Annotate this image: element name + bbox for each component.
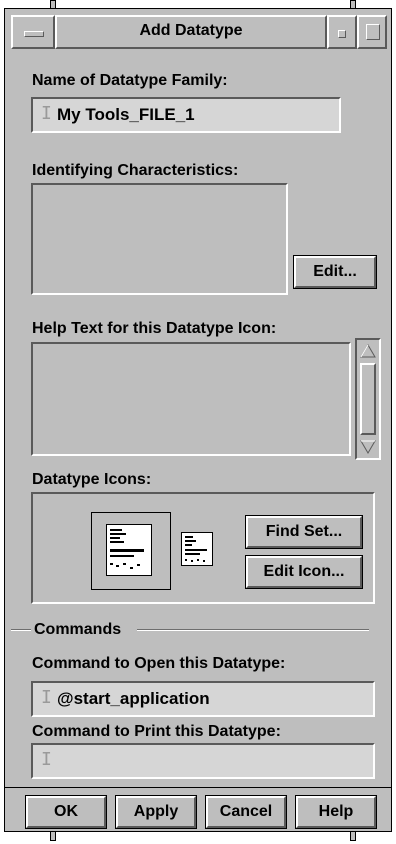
- cancel-button[interactable]: Cancel: [206, 796, 286, 828]
- datatype-icons-label: Datatype Icons:: [32, 471, 152, 488]
- text-cursor-icon: Ι: [41, 103, 52, 124]
- find-set-button[interactable]: Find Set...: [246, 516, 362, 548]
- text-cursor-icon: Ι: [41, 687, 52, 708]
- scroll-down-arrow-icon[interactable]: [360, 440, 376, 459]
- maximize-button[interactable]: [357, 15, 387, 49]
- window-menu-button[interactable]: [11, 15, 55, 49]
- open-command-input[interactable]: Ι @start_application: [31, 681, 375, 717]
- scroll-thumb[interactable]: [360, 363, 376, 435]
- name-input-value: My Tools_FILE_1: [57, 105, 195, 124]
- title-bar[interactable]: Add Datatype: [55, 15, 327, 49]
- frame-resize-handle-bottom-right[interactable]: [350, 832, 356, 841]
- small-datatype-icon[interactable]: [181, 532, 213, 566]
- edit-icon-button[interactable]: Edit Icon...: [246, 556, 362, 588]
- edit-characteristics-button[interactable]: Edit...: [294, 256, 376, 288]
- add-datatype-dialog: Add Datatype Name of Datatype Family: Ι …: [4, 8, 392, 832]
- window-menu-icon: [24, 31, 44, 37]
- commands-section-label: Commands: [34, 621, 122, 638]
- scroll-up-arrow-icon[interactable]: [360, 344, 376, 363]
- help-text-scrollbar[interactable]: [355, 338, 381, 460]
- edit-characteristics-button-frame: Edit...: [293, 255, 377, 289]
- text-cursor-icon: Ι: [41, 749, 52, 770]
- characteristics-list[interactable]: [31, 183, 288, 295]
- apply-button[interactable]: Apply: [116, 796, 196, 828]
- apply-button-frame: Apply: [115, 795, 197, 829]
- commands-separator-right: [137, 629, 369, 631]
- help-button[interactable]: Help: [296, 796, 376, 828]
- print-command-input[interactable]: Ι: [31, 743, 375, 779]
- edit-icon-button-frame: Edit Icon...: [245, 555, 363, 589]
- find-set-button-frame: Find Set...: [245, 515, 363, 549]
- footer-divider: [5, 787, 391, 788]
- help-text-label: Help Text for this Datatype Icon:: [32, 320, 277, 337]
- help-text-area[interactable]: [31, 342, 351, 456]
- name-input[interactable]: Ι My Tools_FILE_1: [31, 97, 341, 133]
- commands-separator-left: [11, 629, 31, 631]
- icon-preview-selected[interactable]: [91, 512, 171, 590]
- minimize-icon: [338, 30, 346, 38]
- cancel-button-frame: Cancel: [205, 795, 287, 829]
- large-datatype-icon: [106, 524, 152, 576]
- open-command-label: Command to Open this Datatype:: [32, 655, 286, 672]
- characteristics-label: Identifying Characteristics:: [32, 162, 239, 179]
- window-title: Add Datatype: [139, 22, 243, 39]
- open-command-value: @start_application: [57, 689, 210, 708]
- name-label: Name of Datatype Family:: [32, 72, 228, 89]
- help-button-frame: Help: [295, 795, 377, 829]
- frame-resize-handle-top-left[interactable]: [50, 0, 56, 8]
- print-command-label: Command to Print this Datatype:: [32, 723, 281, 740]
- frame-resize-handle-top-right[interactable]: [350, 0, 356, 8]
- minimize-button[interactable]: [327, 15, 357, 49]
- ok-button[interactable]: OK: [26, 796, 106, 828]
- ok-button-frame: OK: [25, 795, 107, 829]
- maximize-icon: [366, 24, 380, 40]
- frame-resize-handle-bottom-left[interactable]: [50, 832, 56, 841]
